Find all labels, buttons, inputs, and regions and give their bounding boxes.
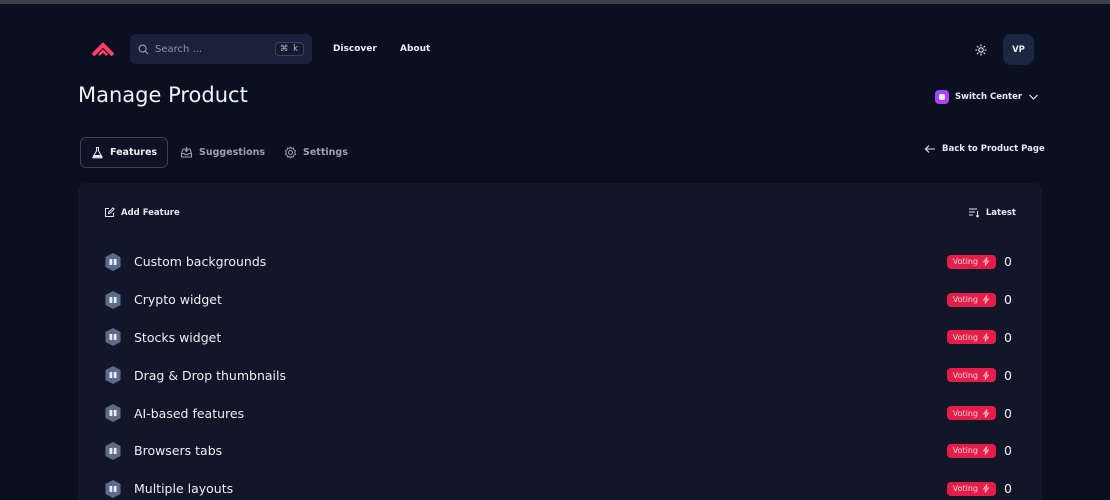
feature-name: AI-based features: [134, 405, 245, 421]
add-feature-button[interactable]: Add Feature: [104, 207, 180, 218]
status-badge[interactable]: Voting: [946, 368, 996, 383]
sort-icon: [968, 208, 980, 218]
hexagon-book-icon: [105, 404, 121, 423]
status-badge-label: Voting: [952, 332, 978, 342]
feature-name: Crypto widget: [134, 292, 222, 308]
theme-toggle-button[interactable]: [973, 42, 989, 58]
add-feature-label: Add Feature: [121, 207, 180, 218]
status-badge-label: Voting: [952, 408, 978, 418]
hexagon-book-icon: [105, 479, 121, 498]
feature-name: Multiple layouts: [134, 481, 234, 497]
search-icon: [138, 44, 149, 54]
tab-settings[interactable]: Settings: [274, 137, 358, 168]
lightning-icon: [982, 333, 990, 342]
lightning-icon: [982, 484, 990, 493]
lightning-icon: [982, 295, 990, 304]
hexagon-book-icon: [105, 441, 121, 460]
status-badge-label: Voting: [952, 446, 978, 456]
window-top-edge: [0, 0, 1110, 4]
tab-settings-label: Settings: [303, 147, 348, 158]
hexagon-book-icon: [105, 290, 121, 309]
status-badge-label: Voting: [952, 257, 978, 267]
feature-row[interactable]: Stocks widget Voting 0: [104, 319, 1016, 357]
feature-name: Drag & Drop thumbnails: [134, 367, 286, 383]
vote-count: 0: [1004, 481, 1012, 497]
back-to-product-link[interactable]: Back to Product Page: [924, 144, 1045, 154]
lightning-icon: [982, 257, 990, 267]
status-badge[interactable]: Voting: [946, 254, 996, 269]
gear-icon: [284, 146, 297, 159]
status-badge-label: Voting: [952, 370, 978, 380]
vote-count: 0: [1004, 254, 1012, 270]
chevron-down-icon: [1029, 94, 1039, 100]
feature-name: Browsers tabs: [134, 443, 223, 459]
nav-link-discover[interactable]: Discover: [333, 44, 377, 54]
tab-suggestions-label: Suggestions: [199, 147, 266, 158]
sort-label: Latest: [985, 207, 1016, 218]
search-input[interactable]: Search ... ⌘ k: [130, 34, 312, 64]
status-badge-label: Voting: [952, 484, 978, 494]
tab-suggestions[interactable]: Suggestions: [170, 137, 275, 168]
hexagon-book-icon: [105, 366, 121, 385]
status-badge-label: Voting: [952, 295, 978, 305]
vote-count: 0: [1004, 329, 1012, 345]
inbox-icon: [180, 147, 193, 158]
status-badge[interactable]: Voting: [946, 292, 996, 307]
nav-link-about[interactable]: About: [400, 44, 430, 54]
search-shortcut-badge: ⌘ k: [274, 42, 304, 56]
flask-icon: [92, 146, 103, 159]
status-badge[interactable]: Voting: [946, 481, 996, 496]
vote-count: 0: [1004, 367, 1012, 383]
lightning-icon: [982, 446, 990, 456]
user-avatar[interactable]: VP: [1003, 34, 1034, 65]
vote-count: 0: [1004, 405, 1012, 421]
vote-count: 0: [1004, 443, 1012, 459]
status-badge[interactable]: Voting: [946, 406, 996, 421]
search-placeholder: Search ...: [155, 43, 203, 55]
feature-row[interactable]: Multiple layouts Voting 0: [104, 470, 1016, 500]
status-badge[interactable]: Voting: [946, 443, 996, 458]
hexagon-book-icon: [105, 328, 121, 347]
features-panel: Add Feature Latest Custom backgrounds Vo…: [78, 183, 1042, 500]
sun-icon: [975, 44, 987, 56]
switch-center-label: Switch Center: [955, 92, 1023, 102]
vote-count: 0: [1004, 292, 1012, 308]
feature-row[interactable]: Browsers tabs Voting 0: [104, 432, 1016, 470]
tab-features[interactable]: Features: [80, 137, 169, 168]
product-switch-icon: [935, 90, 949, 104]
lightning-icon: [982, 408, 990, 418]
edit-icon: [105, 207, 115, 217]
feature-row[interactable]: Custom backgrounds Voting 0: [104, 243, 1016, 281]
feature-row[interactable]: Crypto widget Voting 0: [104, 281, 1016, 319]
feature-name: Stocks widget: [134, 329, 222, 345]
arrow-left-icon: [924, 145, 935, 153]
tab-features-label: Features: [110, 147, 158, 158]
feature-row[interactable]: Drag & Drop thumbnails Voting 0: [104, 356, 1016, 394]
logo-icon[interactable]: [90, 40, 116, 58]
switch-center-dropdown[interactable]: Switch Center: [935, 89, 1039, 105]
page-title: Manage Product: [78, 83, 248, 107]
sort-dropdown[interactable]: Latest: [968, 207, 1016, 218]
avatar-initials: VP: [1012, 44, 1025, 55]
hexagon-book-icon: [105, 252, 121, 271]
back-link-label: Back to Product Page: [942, 144, 1045, 154]
lightning-icon: [982, 371, 990, 380]
feature-row[interactable]: AI-based features Voting 0: [104, 394, 1016, 432]
feature-name: Custom backgrounds: [134, 254, 267, 270]
status-badge[interactable]: Voting: [946, 330, 996, 345]
feature-list: Custom backgrounds Voting 0 Crypto widge…: [104, 243, 1016, 500]
